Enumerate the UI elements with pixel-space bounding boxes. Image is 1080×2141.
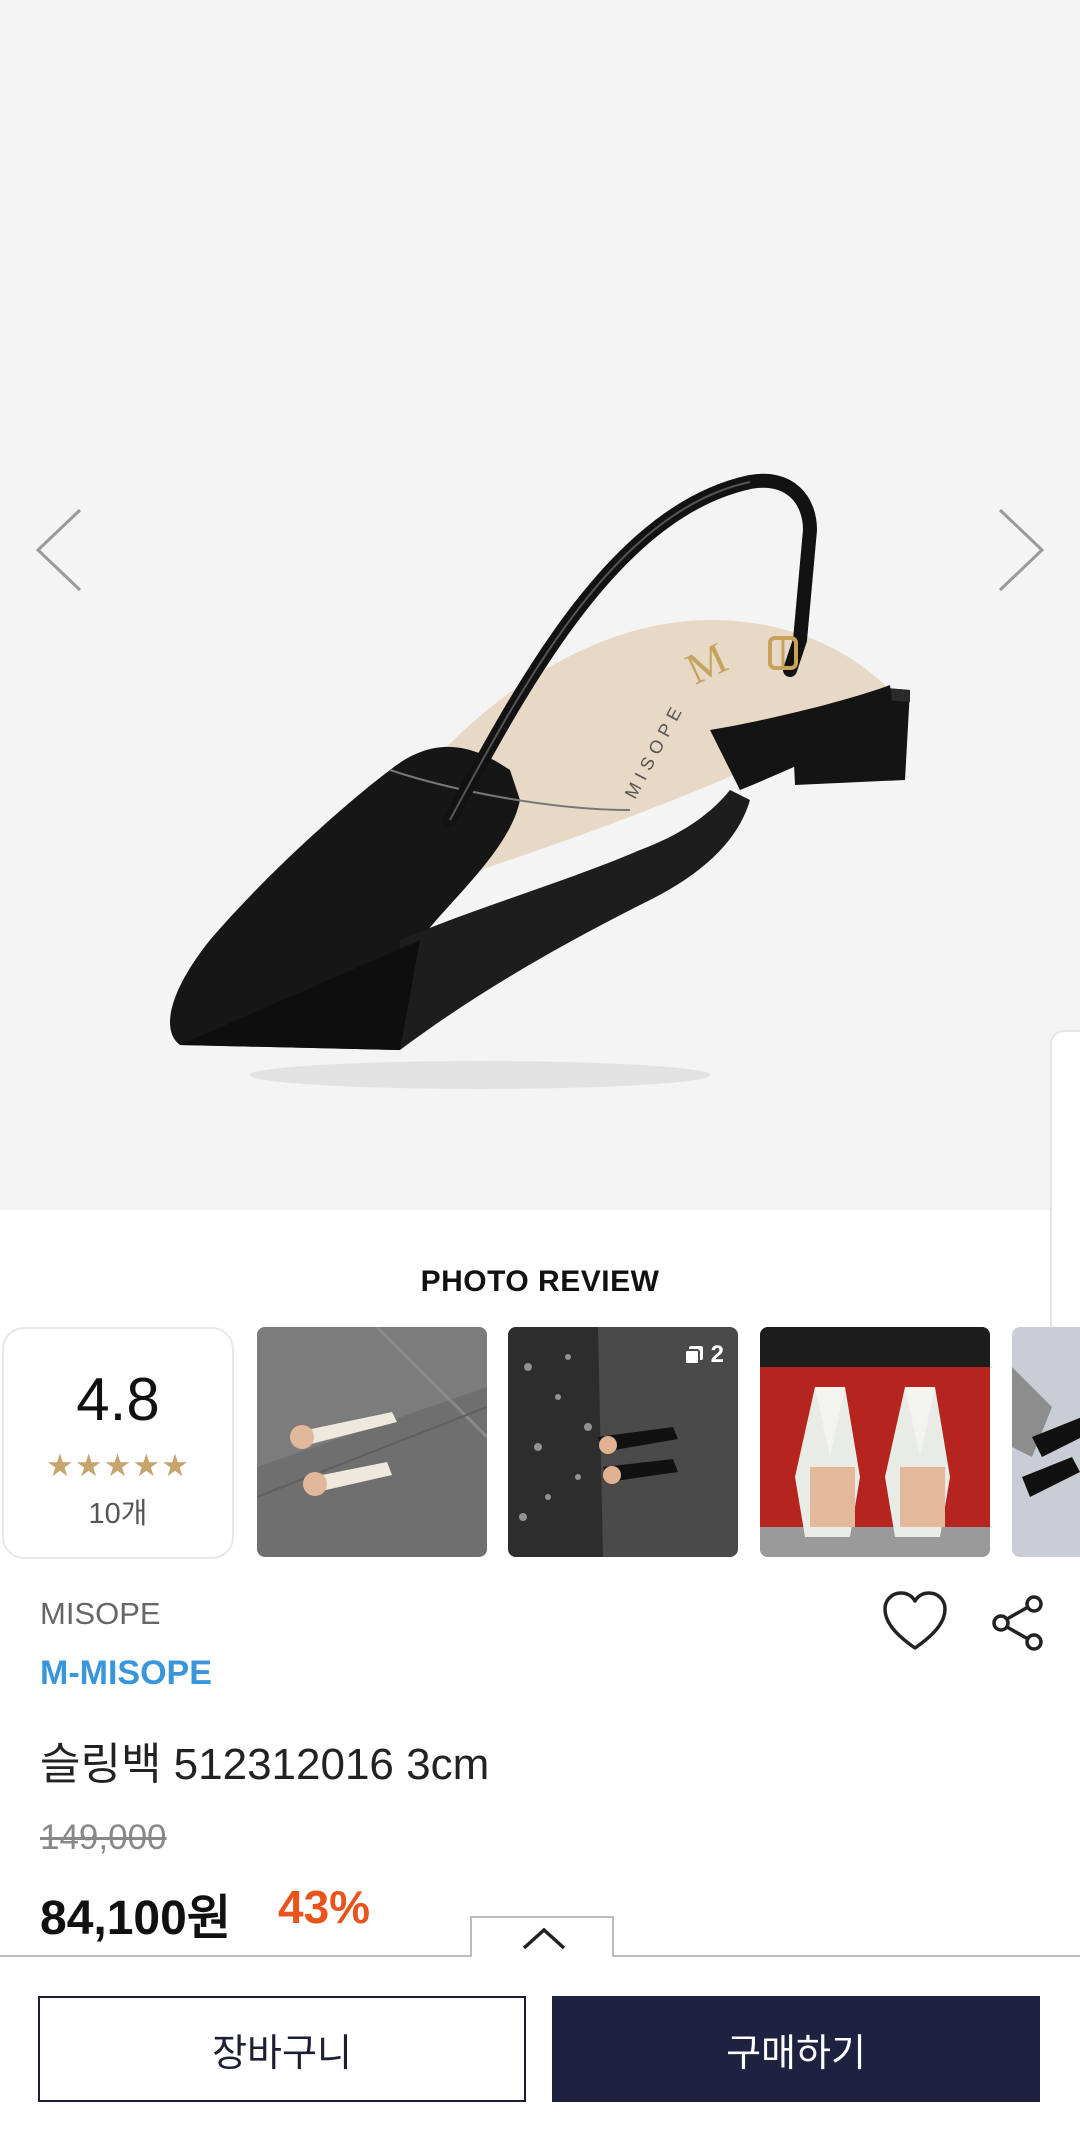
review-photo-thumbnail[interactable]: [1012, 1327, 1080, 1557]
share-icon[interactable]: [990, 1594, 1046, 1652]
chevron-left-icon[interactable]: [30, 505, 90, 595]
side-drawer-tab[interactable]: [1050, 1030, 1080, 1350]
heart-icon[interactable]: [882, 1590, 948, 1654]
product-image-gallery[interactable]: M MISOPE: [0, 0, 1080, 1350]
chevron-up-icon: [522, 1927, 566, 1950]
rating-summary-card[interactable]: 4.8 ★★★★★ 10개: [2, 1327, 234, 1559]
buy-now-button[interactable]: 구매하기: [552, 1996, 1040, 2102]
discount-rate: 43%: [278, 1881, 371, 1933]
expand-options-tab[interactable]: [470, 1916, 614, 1957]
review-photo-4: [1012, 1327, 1080, 1557]
sale-price: 84,100원: [40, 1892, 231, 1945]
review-photo-thumbnail[interactable]: [760, 1327, 990, 1557]
review-photo-thumbnail[interactable]: 2: [508, 1327, 738, 1557]
review-photo-thumbnail[interactable]: [257, 1327, 487, 1557]
product-name: 슬링백 512312016 3cm: [40, 1740, 490, 1789]
review-photo-1: [257, 1327, 487, 1557]
copy-icon: [683, 1346, 703, 1365]
multi-photo-badge: 2: [683, 1341, 724, 1369]
add-to-cart-button[interactable]: 장바구니: [38, 1996, 526, 2102]
review-photo-3: [760, 1327, 990, 1557]
sub-brand-link[interactable]: M-MISOPE: [40, 1654, 212, 1693]
rating-stars-icon: ★★★★★: [46, 1448, 190, 1483]
brand-name[interactable]: MISOPE: [40, 1596, 161, 1632]
chevron-right-icon[interactable]: [990, 505, 1050, 595]
rating-score: 4.8: [76, 1366, 160, 1433]
review-count: 10개: [88, 1498, 148, 1530]
original-price: 149,000: [40, 1818, 167, 1857]
product-shoe-image: M MISOPE: [170, 473, 910, 1089]
photo-review-title: PHOTO REVIEW: [420, 1265, 660, 1298]
